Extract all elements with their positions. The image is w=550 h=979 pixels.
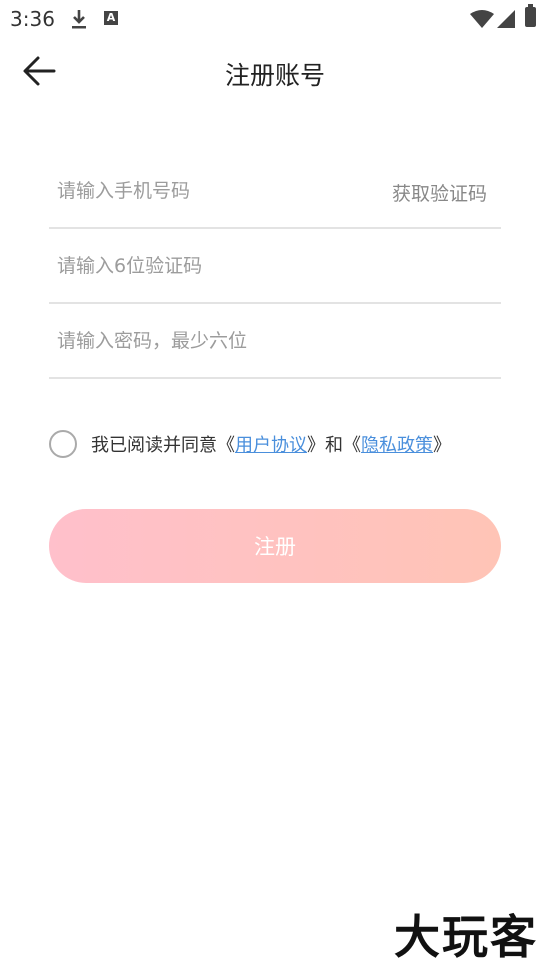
privacy-policy-link[interactable]: 隐私政策	[361, 435, 433, 456]
password-field-row	[49, 303, 501, 379]
status-bar: 3:36 A	[0, 0, 550, 38]
watermark-logo: 大玩客	[394, 910, 538, 964]
wifi-icon	[470, 9, 494, 33]
get-code-button[interactable]: 获取验证码	[392, 179, 487, 206]
signal-icon	[496, 9, 516, 33]
agreement-checkbox[interactable]	[49, 430, 77, 458]
code-input[interactable]	[57, 246, 357, 286]
page-title: 注册账号	[224, 61, 325, 90]
phone-field-row: 获取验证码	[49, 153, 501, 229]
status-time: 3:36	[10, 7, 55, 31]
user-agreement-link[interactable]: 用户协议	[235, 435, 307, 456]
phone-input[interactable]	[57, 171, 357, 211]
download-icon	[70, 8, 88, 34]
agreement-text: 我已阅读并同意《用户协议》和《隐私政策》	[91, 431, 451, 457]
agreement-row: 我已阅读并同意《用户协议》和《隐私政策》	[49, 428, 451, 460]
code-field-row	[49, 228, 501, 304]
register-button[interactable]: 注册	[49, 509, 501, 583]
accessibility-icon: A	[104, 11, 118, 25]
agreement-prefix: 我已阅读并同意《	[91, 435, 235, 456]
battery-icon	[525, 4, 536, 27]
password-input[interactable]	[57, 321, 357, 361]
header: 注册账号	[0, 38, 550, 104]
agreement-suffix: 》	[433, 435, 451, 456]
agreement-middle: 》和《	[307, 435, 361, 456]
